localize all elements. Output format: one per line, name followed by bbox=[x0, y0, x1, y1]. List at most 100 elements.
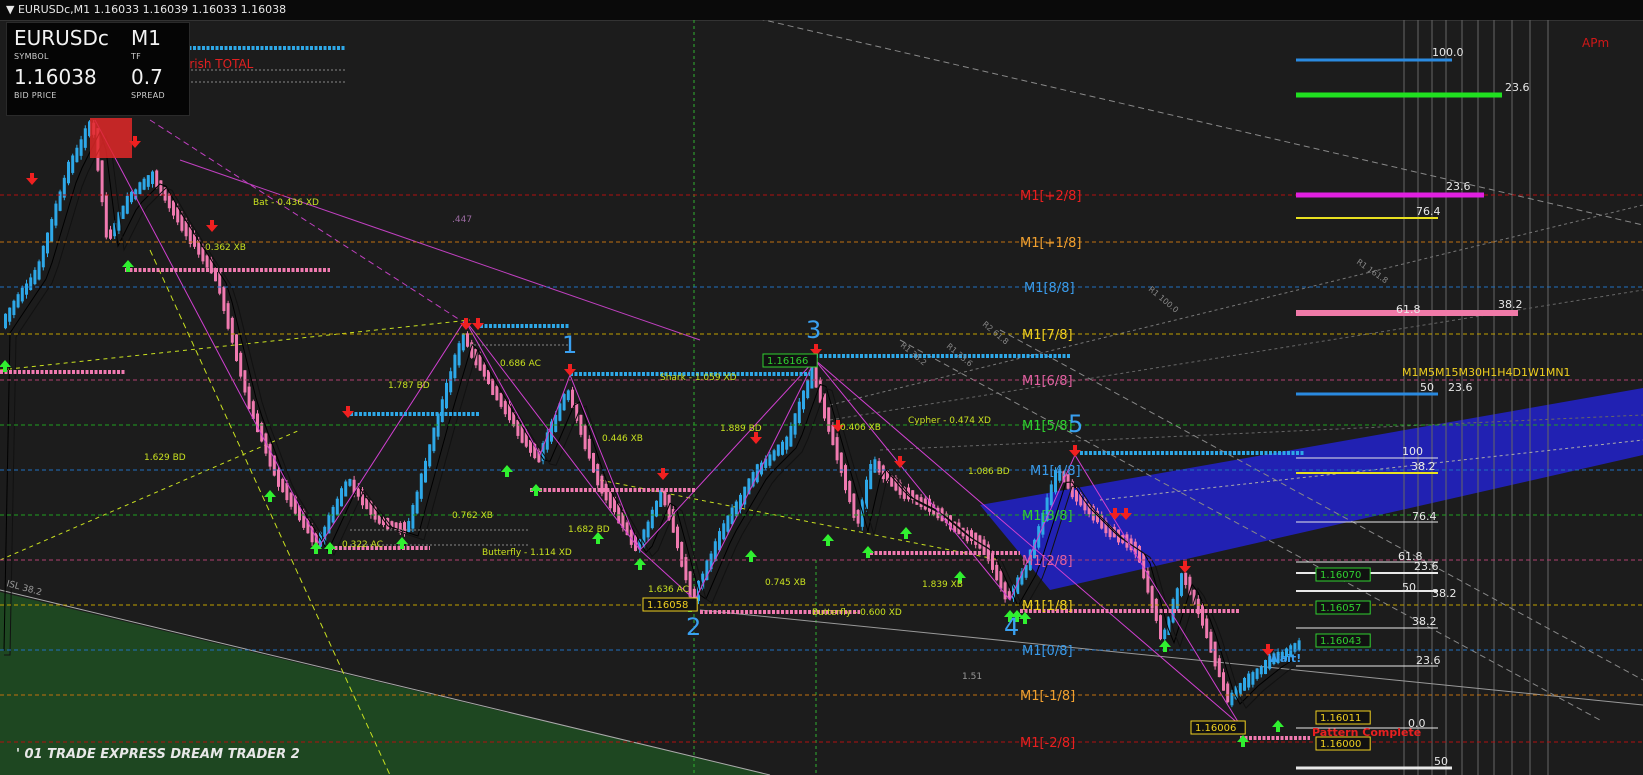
pattern-label: 1.629 BD bbox=[144, 453, 186, 463]
pattern-label: 1.787 BD bbox=[388, 381, 430, 391]
wave-label: 5 bbox=[1068, 410, 1083, 438]
candle-body bbox=[226, 303, 230, 329]
pattern-label: Butterfly - 1.114 XD bbox=[482, 548, 572, 558]
murrey-level-label: M1[+2/8] bbox=[1020, 189, 1081, 204]
candle-body bbox=[1247, 673, 1251, 688]
candle-body bbox=[12, 300, 16, 316]
candle-body bbox=[734, 501, 738, 517]
pattern-label: 0.406 XB bbox=[840, 423, 881, 433]
candle-body bbox=[424, 460, 427, 483]
candle-body bbox=[478, 354, 482, 371]
candle-body bbox=[1184, 572, 1188, 585]
candle-body bbox=[138, 182, 142, 195]
candle-body bbox=[776, 444, 780, 456]
murrey-level-label: M1[1/8] bbox=[1022, 599, 1073, 614]
info-spread-caption: SPREAD bbox=[131, 91, 165, 100]
buy-arrow-icon bbox=[530, 484, 542, 496]
murrey-level-label: M1[3/8] bbox=[1022, 509, 1073, 524]
murrey-level-label: M1[7/8] bbox=[1022, 328, 1073, 343]
candle-body bbox=[684, 557, 688, 581]
candle-body bbox=[789, 426, 793, 447]
candle-body bbox=[37, 261, 41, 280]
candle-body bbox=[8, 307, 12, 322]
symbol-info-panel: EURUSDc SYMBOL M1 TF 1.16038 BID PRICE 0… bbox=[6, 22, 190, 116]
sell-arrow-icon bbox=[472, 318, 484, 330]
candle-body bbox=[50, 219, 54, 242]
wave-label: 4 bbox=[1004, 613, 1019, 641]
candle-body bbox=[1049, 484, 1053, 506]
candle-body bbox=[487, 369, 490, 385]
fan-line bbox=[0, 429, 301, 561]
murrey-level-label: M1[6/8] bbox=[1022, 374, 1073, 389]
candle-body bbox=[428, 444, 432, 467]
candle-body bbox=[1209, 631, 1213, 653]
candle-body bbox=[1205, 618, 1209, 639]
fib-level-label: 100 bbox=[1402, 445, 1423, 458]
candle-body bbox=[604, 483, 608, 501]
buy-arrow-icon bbox=[822, 534, 834, 546]
pattern-label: 0.362 XB bbox=[205, 243, 246, 253]
wave-label: 3 bbox=[806, 316, 821, 344]
candle-body bbox=[1175, 588, 1179, 609]
candle-body bbox=[100, 160, 104, 203]
fib-level-label: 61.8 bbox=[1396, 303, 1421, 316]
candle-body bbox=[869, 464, 873, 490]
murrey-level-label: M1[2/8] bbox=[1022, 554, 1073, 569]
candle-body bbox=[41, 245, 45, 268]
dropdown-triangle-icon[interactable]: ▼ bbox=[6, 3, 14, 16]
candle-body bbox=[335, 498, 339, 515]
murrey-level-label: M1[-2/8] bbox=[1020, 736, 1075, 751]
candle-body bbox=[873, 459, 877, 473]
price-chart[interactable]: 100.0 23.6 23.6 76.4 61.8 38.2 50 23.6 100 38.2 76… bbox=[0, 20, 1643, 775]
candle-body bbox=[831, 424, 835, 446]
candle-body bbox=[806, 379, 810, 399]
fib-level-label: 50 bbox=[1402, 581, 1416, 594]
murrey-level-label: M1[0/8] bbox=[1022, 644, 1073, 659]
pattern-label: 0.446 XB bbox=[602, 434, 643, 444]
candle-body bbox=[659, 490, 663, 508]
candle-body bbox=[802, 390, 805, 410]
candle-body bbox=[155, 170, 159, 188]
candle-body bbox=[646, 521, 650, 538]
candle-body bbox=[415, 491, 419, 514]
chart-title-bar: ▼ EURUSDc,M1 1.16033 1.16039 1.16033 1.1… bbox=[0, 0, 1643, 21]
wave-label: 1 bbox=[562, 331, 577, 359]
candle-body bbox=[121, 205, 125, 219]
candle-body bbox=[151, 171, 154, 184]
fib-level-label: 38.2 bbox=[1432, 587, 1457, 600]
candle-body bbox=[1003, 582, 1007, 600]
candle-body bbox=[768, 454, 772, 466]
pattern-label: 0.322 AC bbox=[342, 540, 383, 550]
fan-line bbox=[762, 20, 1643, 226]
candle-body bbox=[344, 481, 348, 497]
fan-label: R1 161.8 bbox=[1355, 257, 1390, 285]
candle-body bbox=[247, 386, 251, 410]
buy-arrow-icon bbox=[900, 527, 912, 539]
candle-body bbox=[844, 465, 847, 491]
bearish-total-label: arish TOTAL bbox=[182, 57, 254, 71]
moving-average bbox=[3, 130, 1295, 705]
candle-body bbox=[33, 269, 37, 285]
buy-arrow-icon bbox=[264, 490, 276, 502]
candle-body bbox=[20, 287, 24, 302]
candle-body bbox=[142, 178, 146, 190]
candle-body bbox=[482, 364, 486, 377]
fib-level-label: 38.2 bbox=[1412, 615, 1437, 628]
candle-body bbox=[608, 491, 612, 509]
price-tag: 1.16011 bbox=[1320, 713, 1361, 724]
candle-body bbox=[1213, 641, 1217, 667]
candle-body bbox=[726, 515, 730, 532]
pattern-label: Cypher - 0.474 XD bbox=[908, 416, 991, 426]
candle-body bbox=[772, 450, 776, 461]
candle-body bbox=[67, 161, 70, 184]
candle-body bbox=[79, 139, 83, 156]
candle-body bbox=[1251, 672, 1255, 685]
candle-body bbox=[1226, 683, 1230, 703]
brand-label: ' 01 TRADE EXPRESS DREAM TRADER 2 bbox=[16, 747, 300, 762]
price-tag: 1.16166 bbox=[767, 356, 808, 367]
price-tag: 1.16058 bbox=[647, 600, 688, 611]
candle-body bbox=[1159, 615, 1162, 640]
candle-body bbox=[461, 333, 465, 351]
timeframe-strip: M1M5M15M30H1H4D1W1MN1 bbox=[1402, 366, 1571, 379]
buy-arrow-icon bbox=[1272, 720, 1284, 732]
